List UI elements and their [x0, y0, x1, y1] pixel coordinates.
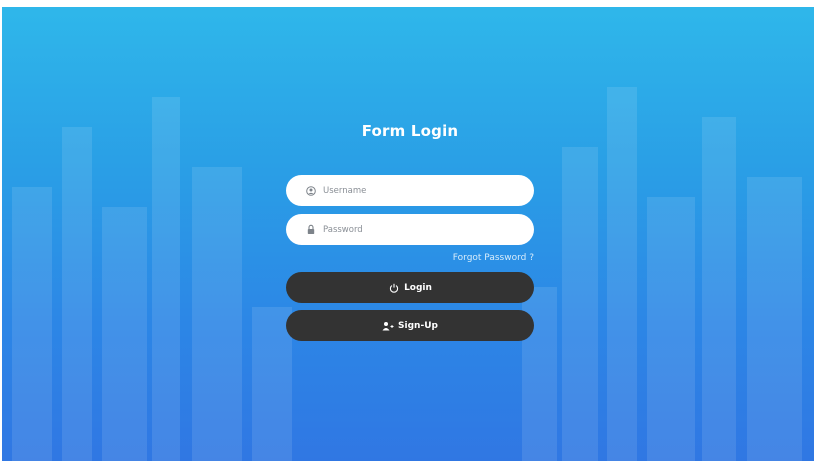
signup-button-label: Sign-Up [398, 320, 438, 331]
password-input[interactable] [323, 224, 523, 235]
forgot-password-link[interactable]: Forgot Password ? [286, 252, 534, 264]
username-field[interactable] [286, 175, 534, 206]
password-field[interactable] [286, 214, 534, 245]
login-form: Form Login Forgot Password ? [286, 119, 534, 348]
login-page: Form Login Forgot Password ? [2, 7, 814, 461]
form-title: Form Login [361, 122, 459, 140]
power-icon [388, 282, 400, 294]
username-input[interactable] [323, 185, 523, 196]
login-button-label: Login [404, 282, 432, 293]
lock-icon [305, 224, 317, 236]
add-user-icon [382, 320, 394, 332]
signup-button[interactable]: Sign-Up [286, 310, 534, 341]
user-circle-icon [305, 185, 317, 197]
login-button[interactable]: Login [286, 272, 534, 303]
